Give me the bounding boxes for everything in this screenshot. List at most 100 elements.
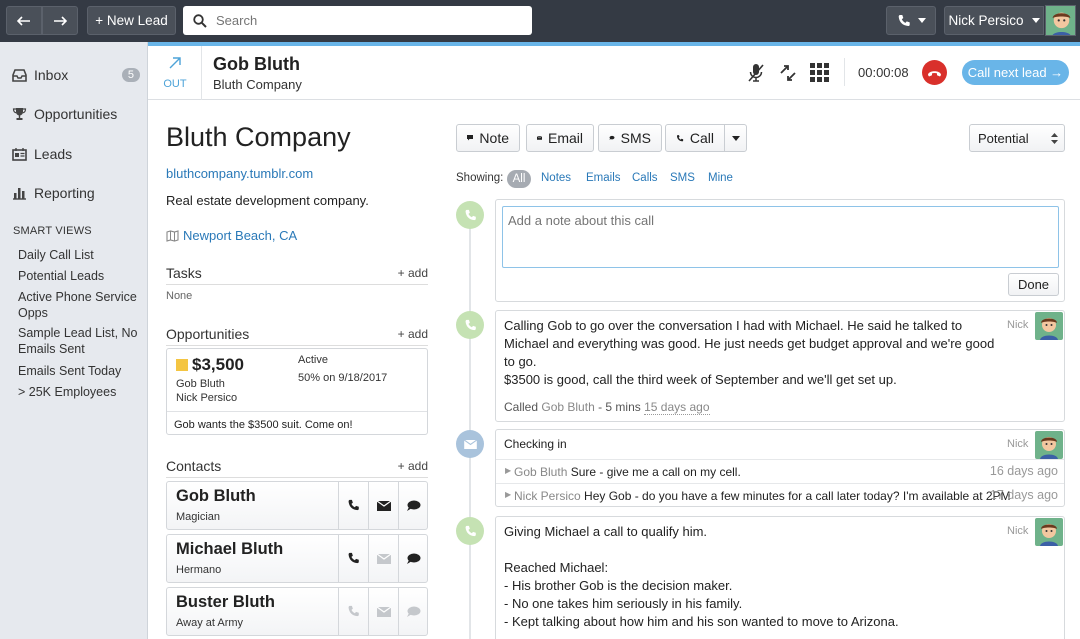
- envelope-icon: [463, 439, 477, 449]
- sidebar-item-inbox[interactable]: Inbox 5: [12, 67, 140, 83]
- add-task-button[interactable]: + add: [398, 266, 428, 280]
- smart-view-item[interactable]: Emails Sent Today: [18, 363, 143, 379]
- call-note-bullet: - His brother Gob is the decision maker.: [504, 578, 733, 593]
- sms-button-label: SMS: [620, 130, 651, 146]
- trophy-icon: [12, 108, 27, 120]
- email-from: Gob Bluth: [514, 465, 568, 479]
- filter-sms[interactable]: SMS: [670, 172, 695, 184]
- sidebar-item-label: Opportunities: [34, 106, 118, 122]
- contact-name: Gob Bluth: [176, 487, 256, 505]
- section-title: Opportunities: [166, 326, 250, 342]
- opportunity-note: Gob wants the $3500 suit. Come on!: [167, 411, 427, 438]
- filter-notes[interactable]: Notes: [541, 172, 571, 184]
- phone-menu-button[interactable]: [886, 6, 936, 35]
- inbox-count-badge: 5: [121, 68, 140, 82]
- filter-calls[interactable]: Calls: [632, 172, 658, 184]
- smart-view-item[interactable]: Daily Call List: [18, 247, 143, 263]
- hang-up-button[interactable]: [922, 60, 947, 85]
- email-thread[interactable]: Checking in Nick ▶ Gob Bluth Sure - give…: [495, 429, 1065, 507]
- sidebar-item-opportunities[interactable]: Opportunities: [12, 106, 117, 122]
- activity-user: Nick: [1007, 319, 1029, 331]
- call-next-lead-button[interactable]: Call next lead →: [962, 60, 1069, 85]
- expand-caret-icon: ▶: [505, 466, 512, 475]
- lead-url-link[interactable]: bluthcompany.tumblr.com: [166, 166, 313, 181]
- call-meta-contact[interactable]: Gob Bluth: [541, 400, 594, 414]
- opportunity-value: $3,500: [192, 355, 244, 374]
- contacts-header: Contacts + add: [166, 458, 428, 478]
- phone-icon: [348, 499, 359, 511]
- email-message-row[interactable]: ▶ Gob Bluth Sure - give me a call on my …: [496, 459, 1064, 483]
- call-contact-button[interactable]: [338, 588, 368, 635]
- filter-emails[interactable]: Emails: [586, 172, 621, 184]
- filter-label: Showing:: [456, 172, 504, 184]
- divider: [844, 58, 845, 86]
- contact-title: Magician: [176, 511, 221, 523]
- call-button[interactable]: Call: [665, 124, 725, 152]
- arrow-right-icon: [54, 15, 67, 26]
- call-note-input[interactable]: [502, 206, 1059, 268]
- call-contact-name[interactable]: Gob Bluth: [213, 54, 300, 75]
- note-composer: Done: [495, 199, 1065, 302]
- email-button[interactable]: Email: [526, 124, 594, 152]
- add-contact-button[interactable]: + add: [398, 459, 428, 473]
- email-message-row[interactable]: ▶ Nick Persico Hey Gob - do you have a f…: [496, 483, 1064, 507]
- lead-location[interactable]: Newport Beach, CA: [166, 228, 297, 243]
- user-menu-button[interactable]: Nick Persico: [944, 6, 1044, 35]
- tasks-empty-text: None: [166, 290, 193, 302]
- mute-microphone-icon[interactable]: [748, 63, 764, 83]
- activity-panel: Note Email SMS Call Potential Showing: A…: [438, 100, 1080, 639]
- lead-status-select[interactable]: Potential: [969, 124, 1065, 152]
- email-contact-button[interactable]: [368, 482, 398, 529]
- select-arrows-icon: [1051, 133, 1058, 144]
- contact-name: Buster Bluth: [176, 593, 275, 611]
- done-button[interactable]: Done: [1008, 273, 1059, 296]
- call-company-name[interactable]: Bluth Company: [213, 77, 302, 92]
- call-contact-button[interactable]: [338, 535, 368, 582]
- sms-contact-button[interactable]: [398, 535, 428, 582]
- filter-mine[interactable]: Mine: [708, 172, 733, 184]
- filter-all[interactable]: All: [507, 170, 531, 188]
- user-avatar[interactable]: [1045, 5, 1076, 36]
- email-activity-marker: [456, 430, 484, 458]
- sms-contact-button[interactable]: [398, 482, 428, 529]
- smart-view-item[interactable]: Sample Lead List, No Emails Sent: [18, 325, 143, 357]
- search-box[interactable]: [183, 6, 532, 35]
- add-opportunity-button[interactable]: + add: [398, 327, 428, 341]
- opportunity-status: Active: [298, 354, 328, 366]
- smart-view-item[interactable]: Potential Leads: [18, 268, 143, 284]
- forward-button[interactable]: [42, 6, 78, 35]
- search-input[interactable]: [216, 13, 516, 28]
- arrow-left-icon: [17, 15, 30, 26]
- sidebar: Inbox 5 Opportunities Leads Reporting SM…: [0, 42, 148, 639]
- sms-button[interactable]: SMS: [598, 124, 662, 152]
- contact-card[interactable]: Buster Bluth Away at Army: [166, 587, 428, 636]
- transfer-call-icon[interactable]: [779, 63, 797, 83]
- contact-card[interactable]: Gob Bluth Magician: [166, 481, 428, 530]
- opportunity-card[interactable]: $3,500 Gob Bluth Nick Persico Active 50%…: [166, 348, 428, 435]
- new-lead-button[interactable]: + New Lead: [87, 6, 176, 35]
- lead-details: Bluth Company bluthcompany.tumblr.com Re…: [148, 100, 438, 639]
- smart-view-item[interactable]: Active Phone Service Opps: [18, 289, 143, 321]
- email-contact-button[interactable]: [368, 535, 398, 582]
- dialpad-icon[interactable]: [810, 63, 829, 82]
- back-button[interactable]: [6, 6, 42, 35]
- sidebar-item-leads[interactable]: Leads: [12, 146, 72, 162]
- phone-icon: [898, 14, 910, 26]
- call-activity[interactable]: Calling Gob to go over the conversation …: [495, 310, 1065, 422]
- sidebar-item-reporting[interactable]: Reporting: [12, 185, 95, 201]
- contact-name: Michael Bluth: [176, 540, 284, 558]
- call-options-dropdown[interactable]: [724, 124, 747, 152]
- smart-view-item[interactable]: > 25K Employees: [18, 384, 143, 400]
- note-button[interactable]: Note: [456, 124, 520, 152]
- contact-card[interactable]: Michael Bluth Hermano: [166, 534, 428, 583]
- call-contact-button[interactable]: [338, 482, 368, 529]
- email-contact-button[interactable]: [368, 588, 398, 635]
- call-meta-duration: - 5 mins: [598, 400, 641, 414]
- call-activity[interactable]: Giving Michael a call to qualify him. Re…: [495, 516, 1065, 639]
- note-icon: [467, 135, 474, 141]
- activity-user: Nick: [1007, 438, 1029, 450]
- location-text: Newport Beach, CA: [183, 228, 298, 243]
- chat-bubble-icon: [407, 500, 421, 511]
- sms-contact-button[interactable]: [398, 588, 428, 635]
- outgoing-arrow-icon: [169, 57, 181, 69]
